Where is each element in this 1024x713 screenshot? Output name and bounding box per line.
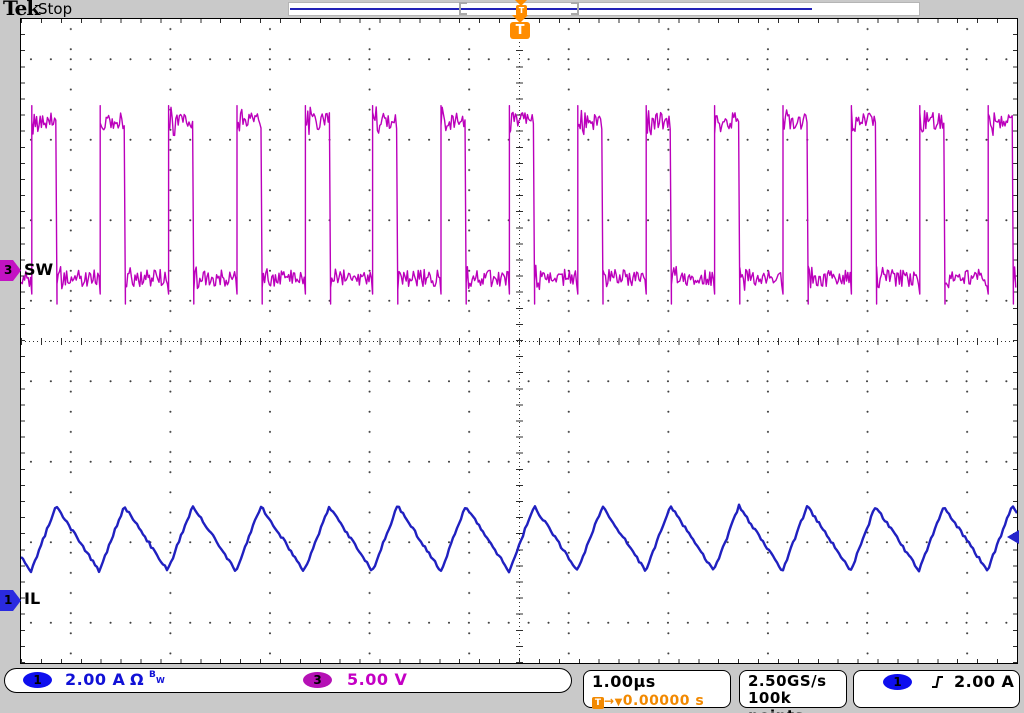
ch3-badge[interactable]: 3 <box>303 672 332 688</box>
trigger-position-flag[interactable]: T <box>510 22 530 39</box>
ch3-scale-readout: 5.00 V <box>347 670 407 689</box>
ch1-ground-marker[interactable]: 1 <box>0 590 21 611</box>
trigger-level-readout: 2.00 A <box>954 672 1014 691</box>
oscilloscope-screen: Tek Stop T T 3 SW 1 IL 1 2.00 A Ω B W 3 … <box>0 0 1024 713</box>
trigger-level-arrow-icon[interactable] <box>1007 530 1019 544</box>
ch1-coupling-icon: Ω <box>130 670 144 689</box>
trigger-time-readout: 0.00000 s <box>623 693 704 709</box>
graticule <box>20 18 1018 664</box>
acquisition-status: Stop <box>38 0 72 18</box>
trigger-readout-box[interactable]: 1 2.00 A <box>853 670 1020 708</box>
channel-readout-bar[interactable]: 1 2.00 A Ω B W 3 5.00 V <box>4 668 572 693</box>
arrow-right-icon: → <box>604 694 615 708</box>
waveform-plot <box>21 19 1017 663</box>
record-window-bracket-left <box>459 2 467 15</box>
acquisition-readout-box[interactable]: 2.50GS/s 100k points <box>739 670 847 708</box>
ch1-bandwidth-w: W <box>156 676 165 685</box>
ch1-scale-readout: 2.00 A <box>65 670 125 689</box>
record-view-waveform-line <box>290 8 812 10</box>
ch3-waveform-label: SW <box>24 260 53 279</box>
tek-logo: Tek <box>3 0 39 20</box>
timebase-scale: 1.00µs <box>592 672 656 691</box>
rising-edge-icon <box>930 674 946 690</box>
trigger-source-badge[interactable]: 1 <box>883 674 912 690</box>
record-window-bracket-right <box>571 2 579 15</box>
ch1-badge[interactable]: 1 <box>23 672 52 688</box>
timebase-readout-box[interactable]: 1.00µs T→▼0.00000 s <box>583 670 731 708</box>
record-length-readout: 100k points <box>748 689 846 713</box>
ch1-waveform-label: IL <box>24 589 40 608</box>
ch3-ground-marker[interactable]: 3 <box>0 260 21 281</box>
sample-rate-readout: 2.50GS/s <box>748 672 827 690</box>
ch1-bandwidth-b: B <box>149 670 156 680</box>
trigger-t-icon: T <box>592 697 604 709</box>
delay-marker-icon: ▼ <box>615 697 623 708</box>
